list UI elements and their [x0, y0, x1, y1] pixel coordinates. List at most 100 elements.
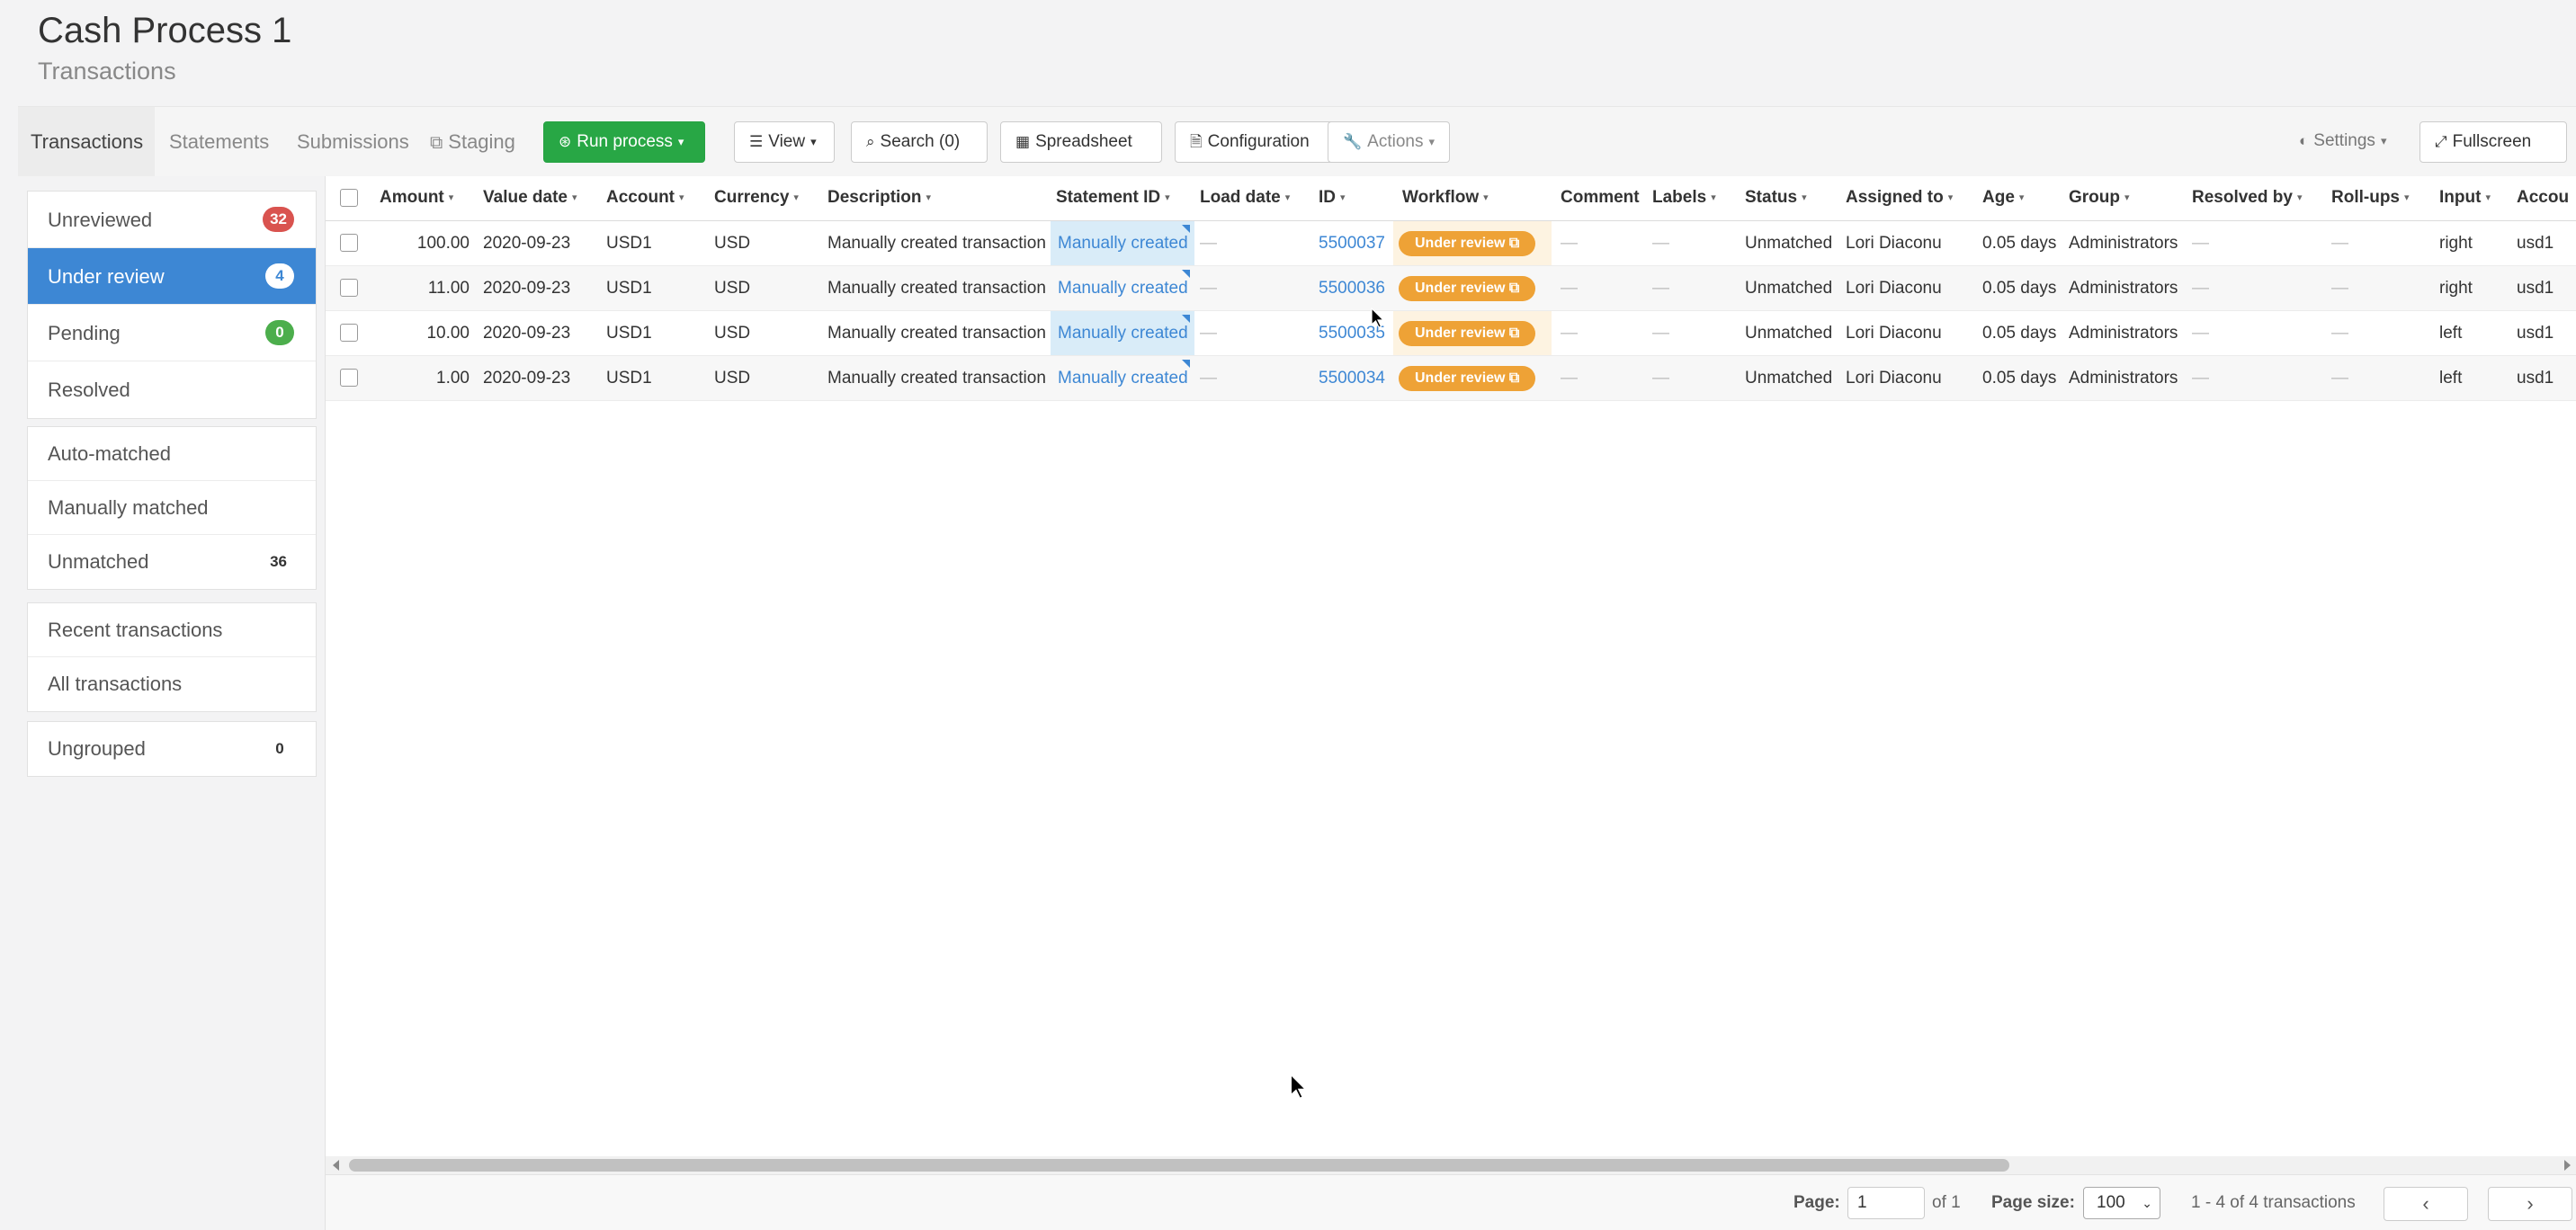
column-header-value-date[interactable]: Value date ▾: [483, 176, 602, 221]
view-button[interactable]: ☰ View ▾: [734, 121, 835, 163]
settings-button[interactable]: ◐ Settings ▾: [2285, 121, 2416, 163]
column-header-label: Description: [827, 188, 922, 208]
column-header-resolved-by[interactable]: Resolved by ▾: [2192, 176, 2327, 221]
workflow-status-badge[interactable]: Under review ⧉: [1399, 275, 1536, 301]
column-header-id[interactable]: ID ▾: [1319, 176, 1391, 221]
table-row[interactable]: 100.00 2020-09-23 USD1 USD Manually created …: [326, 221, 2576, 266]
scrollbar-thumb[interactable]: [349, 1159, 2009, 1172]
tab-staging[interactable]: ⧉ Staging: [430, 107, 515, 177]
column-header-comment[interactable]: Comment: [1561, 176, 1647, 221]
column-header-age[interactable]: Age ▾: [1982, 176, 2063, 221]
file-icon: 🗎: [1190, 133, 1203, 150]
column-header-load-date[interactable]: Load date ▾: [1200, 176, 1313, 221]
sidebar-item-resolved[interactable]: Resolved: [28, 361, 316, 418]
configuration-button[interactable]: 🗎 Configuration: [1175, 121, 1349, 163]
sort-caret-icon: ▾: [1284, 192, 1291, 203]
cell-id[interactable]: 5500034: [1319, 356, 1391, 400]
cell-description: Manually created transaction: [827, 369, 1046, 388]
cell-status: Unmatched: [1745, 279, 1833, 298]
workflow-status-badge[interactable]: Under review ⧉: [1399, 320, 1536, 346]
tab-statements[interactable]: Statements: [169, 107, 269, 177]
fullscreen-label: Fullscreen: [2452, 132, 2532, 151]
fullscreen-button[interactable]: ⤢ Fullscreen: [2419, 121, 2567, 163]
cell-comment: —: [1561, 324, 1578, 343]
column-header-amount[interactable]: Amount ▾: [380, 176, 479, 221]
spreadsheet-button[interactable]: ▦ Spreadsheet: [1000, 121, 1162, 163]
column-header-group[interactable]: Group ▾: [2069, 176, 2186, 221]
cell-account: usd1: [2517, 234, 2554, 253]
cell-status: Unmatched: [1745, 369, 1833, 388]
sidebar-item-unmatched[interactable]: Unmatched 36: [28, 535, 316, 589]
sidebar-item-manually-matched[interactable]: Manually matched: [28, 481, 316, 535]
column-header-description[interactable]: Description ▾: [827, 176, 1047, 221]
sidebar-item-pending[interactable]: Pending 0: [28, 305, 316, 361]
cell-workflow[interactable]: Under review ⧉: [1399, 266, 1543, 310]
row-checkbox[interactable]: [340, 369, 358, 387]
previous-page-button[interactable]: ‹: [2384, 1187, 2468, 1221]
scroll-left-icon[interactable]: [333, 1160, 339, 1171]
sidebar-item-all-transactions[interactable]: All transactions: [28, 657, 316, 711]
tab-submissions[interactable]: Submissions: [297, 107, 409, 177]
cell-input: right: [2439, 234, 2473, 253]
column-header-statement-id[interactable]: Statement ID ▾: [1056, 176, 1191, 221]
sidebar-item-unreviewed[interactable]: Unreviewed 32: [28, 192, 316, 248]
select-all-checkbox[interactable]: [340, 189, 358, 207]
table-row[interactable]: 10.00 2020-09-23 USD1 USD Manually created t…: [326, 311, 2576, 356]
sidebar-item-ungrouped[interactable]: Ungrouped 0: [28, 722, 316, 776]
cell-labels: —: [1652, 369, 1669, 388]
cell-id[interactable]: 5500037: [1319, 221, 1391, 265]
cell-statement-id[interactable]: Manually created: [1058, 221, 1193, 265]
sort-caret-icon: ▾: [2404, 192, 2410, 203]
cell-workflow[interactable]: Under review ⧉: [1399, 356, 1543, 400]
page-label: Page:: [1793, 1193, 1840, 1212]
table-row[interactable]: 11.00 2020-09-23 USD1 USD Manually created t…: [326, 266, 2576, 311]
column-header-assigned-to[interactable]: Assigned to ▾: [1846, 176, 1979, 221]
page-title: Cash Process 1: [38, 11, 292, 50]
column-header-status[interactable]: Status ▾: [1745, 176, 1842, 221]
cell-description: Manually created transaction: [827, 234, 1046, 253]
column-header-label: Load date: [1200, 188, 1281, 208]
sidebar-item-under-review[interactable]: Under review 4: [28, 248, 316, 305]
page-input[interactable]: 1: [1847, 1187, 1925, 1219]
column-header-input[interactable]: Input ▾: [2439, 176, 2511, 221]
column-header-currency[interactable]: Currency ▾: [714, 176, 824, 221]
horizontal-scrollbar[interactable]: [326, 1156, 2576, 1174]
sidebar-item-label: Resolved: [48, 379, 130, 401]
column-header-label: Roll-ups: [2331, 188, 2400, 208]
column-header-account[interactable]: Accou: [2517, 176, 2576, 221]
chevron-right-icon: ›: [2527, 1192, 2534, 1215]
caret-down-icon: ▾: [1428, 135, 1436, 148]
cell-input: right: [2439, 279, 2473, 298]
cell-workflow[interactable]: Under review ⧉: [1399, 311, 1543, 355]
cell-id[interactable]: 5500036: [1319, 266, 1391, 310]
sidebar-item-recent-transactions[interactable]: Recent transactions: [28, 603, 316, 657]
cell-statement-id[interactable]: Manually created: [1058, 311, 1193, 355]
cell-description: Manually created transaction: [827, 324, 1046, 343]
scroll-right-icon[interactable]: [2564, 1160, 2571, 1171]
column-header-workflow[interactable]: Workflow ▾: [1402, 176, 1546, 221]
table-row[interactable]: 1.00 2020-09-23 USD1 USD Manually created tr…: [326, 356, 2576, 401]
workflow-status-badge[interactable]: Under review ⧉: [1399, 230, 1536, 256]
sidebar-item-auto-matched[interactable]: Auto-matched: [28, 427, 316, 481]
page-size-select[interactable]: 100 ⌄: [2083, 1187, 2160, 1219]
cell-statement-id[interactable]: Manually created: [1058, 266, 1193, 310]
search-button[interactable]: ⌕ Search (0): [851, 121, 988, 163]
cell-account: USD1: [606, 369, 652, 388]
column-header-rollups[interactable]: Roll-ups ▾: [2331, 176, 2436, 221]
actions-button[interactable]: 🔧 Actions ▾: [1328, 121, 1450, 163]
next-page-button[interactable]: ›: [2488, 1187, 2572, 1221]
column-header-label: Status: [1745, 188, 1798, 208]
tab-transactions[interactable]: Transactions: [18, 107, 155, 177]
sort-caret-icon: ▾: [1165, 192, 1170, 203]
row-checkbox[interactable]: [340, 234, 358, 252]
row-checkbox[interactable]: [340, 279, 358, 297]
run-process-button[interactable]: ⊛ Run process ▾: [543, 121, 705, 163]
column-header-account[interactable]: Account ▾: [606, 176, 709, 221]
cell-group: Administrators: [2069, 234, 2178, 253]
cell-statement-id[interactable]: Manually created: [1058, 356, 1193, 400]
cell-account: usd1: [2517, 279, 2554, 298]
row-checkbox[interactable]: [340, 324, 358, 342]
workflow-status-badge[interactable]: Under review ⧉: [1399, 365, 1536, 391]
cell-workflow[interactable]: Under review ⧉: [1399, 221, 1543, 265]
column-header-labels[interactable]: Labels ▾: [1652, 176, 1740, 221]
